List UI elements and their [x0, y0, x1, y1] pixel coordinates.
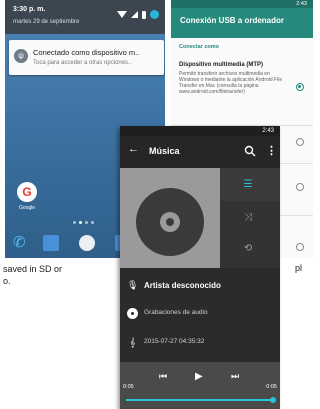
- status-bar: 2:43: [120, 126, 280, 136]
- option-radio[interactable]: [296, 183, 304, 191]
- elapsed-time: 0:05: [123, 384, 134, 390]
- notification-title: Conectado como dispositivo m..: [33, 48, 140, 57]
- connect-as-heading: Conectar como: [179, 44, 220, 50]
- status-time: 2:43: [296, 1, 307, 7]
- back-arrow-icon[interactable]: ←: [128, 143, 139, 155]
- page-dot: [85, 221, 88, 224]
- usb-notification[interactable]: ψ Conectado como dispositivo m.. Toca pa…: [9, 40, 164, 75]
- google-app-label: Google: [18, 205, 36, 211]
- document-text-left: saved in SD or o.: [3, 263, 62, 287]
- music-note-icon: 𝄞: [129, 337, 136, 347]
- album-art: [120, 168, 220, 268]
- play-icon[interactable]: ▶: [195, 371, 203, 382]
- usb-settings-title: Conexión USB a ordenador: [180, 16, 285, 25]
- phone-icon[interactable]: ✆: [13, 235, 29, 251]
- usb-icon: ψ: [14, 49, 28, 63]
- status-bar: 2:43: [171, 0, 313, 8]
- more-options-icon[interactable]: ⋮: [266, 144, 277, 157]
- mtp-option-title[interactable]: Dispositivo multimedia (MTP): [179, 62, 263, 68]
- notification-subtitle: Toca para acceder a otras opciones..: [33, 60, 132, 66]
- document-line: saved in SD or: [3, 264, 63, 274]
- next-icon[interactable]: ⏭: [231, 371, 239, 382]
- battery-icon: [142, 10, 146, 19]
- music-title: Música: [149, 146, 180, 156]
- search-icon[interactable]: [244, 145, 256, 157]
- page-dot: [73, 221, 76, 224]
- album-icon: [127, 308, 138, 319]
- total-time: 0:05: [266, 384, 277, 390]
- status-time: 2:43: [262, 128, 274, 134]
- microphone-icon: 🎙: [127, 280, 139, 290]
- shade-time: 3:30 p. m.: [13, 6, 46, 13]
- progress-thumb[interactable]: [270, 397, 276, 403]
- page-dot: [91, 221, 94, 224]
- track-date: 2015-07-27 04:35:32: [144, 338, 205, 345]
- repeat-icon[interactable]: ⟲: [240, 243, 256, 254]
- google-app-icon[interactable]: G: [17, 182, 37, 202]
- document-line: o.: [3, 276, 11, 286]
- shuffle-icon[interactable]: ⤨: [240, 212, 256, 223]
- shade-date: martes 29 de septiembre: [13, 19, 80, 25]
- apps-drawer-icon[interactable]: [79, 235, 95, 251]
- mtp-radio[interactable]: [296, 83, 304, 91]
- option-radio[interactable]: [296, 138, 304, 146]
- mtp-option-description: Permitir transferir archivos multimedia …: [179, 71, 283, 95]
- playlist-icon[interactable]: ☰: [240, 179, 256, 190]
- page-indicator: [73, 221, 94, 224]
- option-radio[interactable]: [296, 243, 304, 251]
- progress-bar[interactable]: [126, 399, 274, 401]
- status-icons: [117, 10, 159, 19]
- music-player-screenshot: 2:43 ← Música ⋮ ☰ ⤨ ⟲ 🎙 Artista desconoc…: [120, 126, 280, 409]
- document-text-right: pl: [295, 263, 303, 273]
- music-app-bar: [120, 136, 280, 168]
- notification-shade-header: 3:30 p. m. martes 29 de septiembre: [5, 0, 165, 34]
- signal-icon: [131, 11, 138, 18]
- page-dot-active: [79, 221, 82, 224]
- previous-icon[interactable]: ⏮: [159, 371, 167, 382]
- user-icon[interactable]: [150, 10, 159, 19]
- artist-name: Artista desconocido: [144, 281, 221, 290]
- wifi-icon: [117, 11, 127, 18]
- disc-icon: [136, 188, 204, 256]
- contacts-icon[interactable]: [43, 235, 59, 251]
- playback-controls: [120, 362, 280, 409]
- album-name: Grabaciones de audio: [144, 309, 208, 316]
